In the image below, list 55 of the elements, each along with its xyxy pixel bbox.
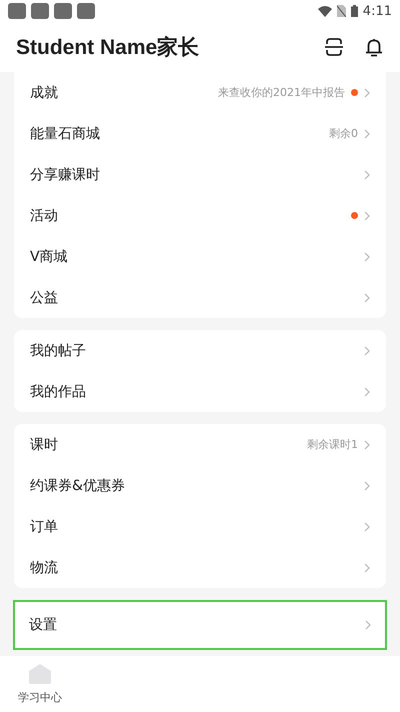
menu-item[interactable]: 我的帖子 xyxy=(14,330,386,371)
chevron-icon xyxy=(364,88,370,98)
notification-icon xyxy=(8,3,26,19)
menu-item[interactable]: 我的作品 xyxy=(14,371,386,412)
menu-label: 订单 xyxy=(30,518,58,536)
scan-icon[interactable] xyxy=(324,37,344,57)
chevron-icon xyxy=(364,210,370,220)
chevron-icon xyxy=(364,562,370,572)
chevron-icon xyxy=(364,252,370,262)
menu-label: 公益 xyxy=(30,288,58,306)
menu-item[interactable]: 分享赚课时 xyxy=(14,154,386,195)
chevron-icon xyxy=(364,346,370,356)
tab-item[interactable]: 学习中心 xyxy=(0,656,80,712)
menu-label: V商城 xyxy=(30,248,68,266)
chevron-icon xyxy=(365,620,371,630)
bell-icon[interactable] xyxy=(364,37,384,57)
menu-item[interactable]: V商城 xyxy=(14,236,386,277)
chevron-icon xyxy=(364,292,370,302)
battery-icon xyxy=(350,5,358,17)
menu-label: 物流 xyxy=(30,558,58,576)
menu-label: 成就 xyxy=(30,84,58,102)
page-title: Student Name家长 xyxy=(16,34,200,61)
menu-item[interactable]: 订单 xyxy=(14,506,386,547)
notification-icon xyxy=(54,3,72,19)
menu-note: 剩余课时1 xyxy=(307,437,358,452)
menu-note: 剩余0 xyxy=(329,126,358,141)
menu-item[interactable]: 公益 xyxy=(14,277,386,318)
chevron-icon xyxy=(364,128,370,138)
chevron-icon xyxy=(364,440,370,450)
notification-icon xyxy=(31,3,49,19)
menu-label: 能量石商城 xyxy=(30,124,100,142)
chevron-icon xyxy=(364,386,370,396)
chevron-icon xyxy=(364,170,370,180)
menu-label: 我的作品 xyxy=(30,382,86,400)
chevron-icon xyxy=(364,522,370,532)
menu-label: 设置 xyxy=(29,616,57,634)
menu-item[interactable]: 课时 剩余课时1 xyxy=(14,424,386,465)
menu-item[interactable]: 能量石商城 剩余0 xyxy=(14,113,386,154)
menu-label: 约课券&优惠券 xyxy=(30,476,125,494)
menu-label: 分享赚课时 xyxy=(30,166,100,184)
status-time: 4:11 xyxy=(362,4,392,18)
menu-label: 我的帖子 xyxy=(30,342,86,360)
menu-label: 课时 xyxy=(30,436,58,454)
home-icon xyxy=(29,664,51,684)
menu-item[interactable]: 设置 xyxy=(13,600,387,650)
menu-item[interactable]: 约课券&优惠券 xyxy=(14,465,386,506)
menu-item[interactable]: 物流 xyxy=(14,547,386,588)
wifi-icon xyxy=(318,6,332,16)
menu-note: 来查收你的2021年中报告 xyxy=(218,85,345,100)
menu-item[interactable]: 活动 xyxy=(14,195,386,236)
menu-label: 活动 xyxy=(30,206,58,224)
notification-icon xyxy=(77,3,95,19)
no-sim-icon xyxy=(336,5,346,17)
chevron-icon xyxy=(364,480,370,490)
menu-item[interactable]: 成就 来查收你的2021年中报告 xyxy=(14,72,386,113)
